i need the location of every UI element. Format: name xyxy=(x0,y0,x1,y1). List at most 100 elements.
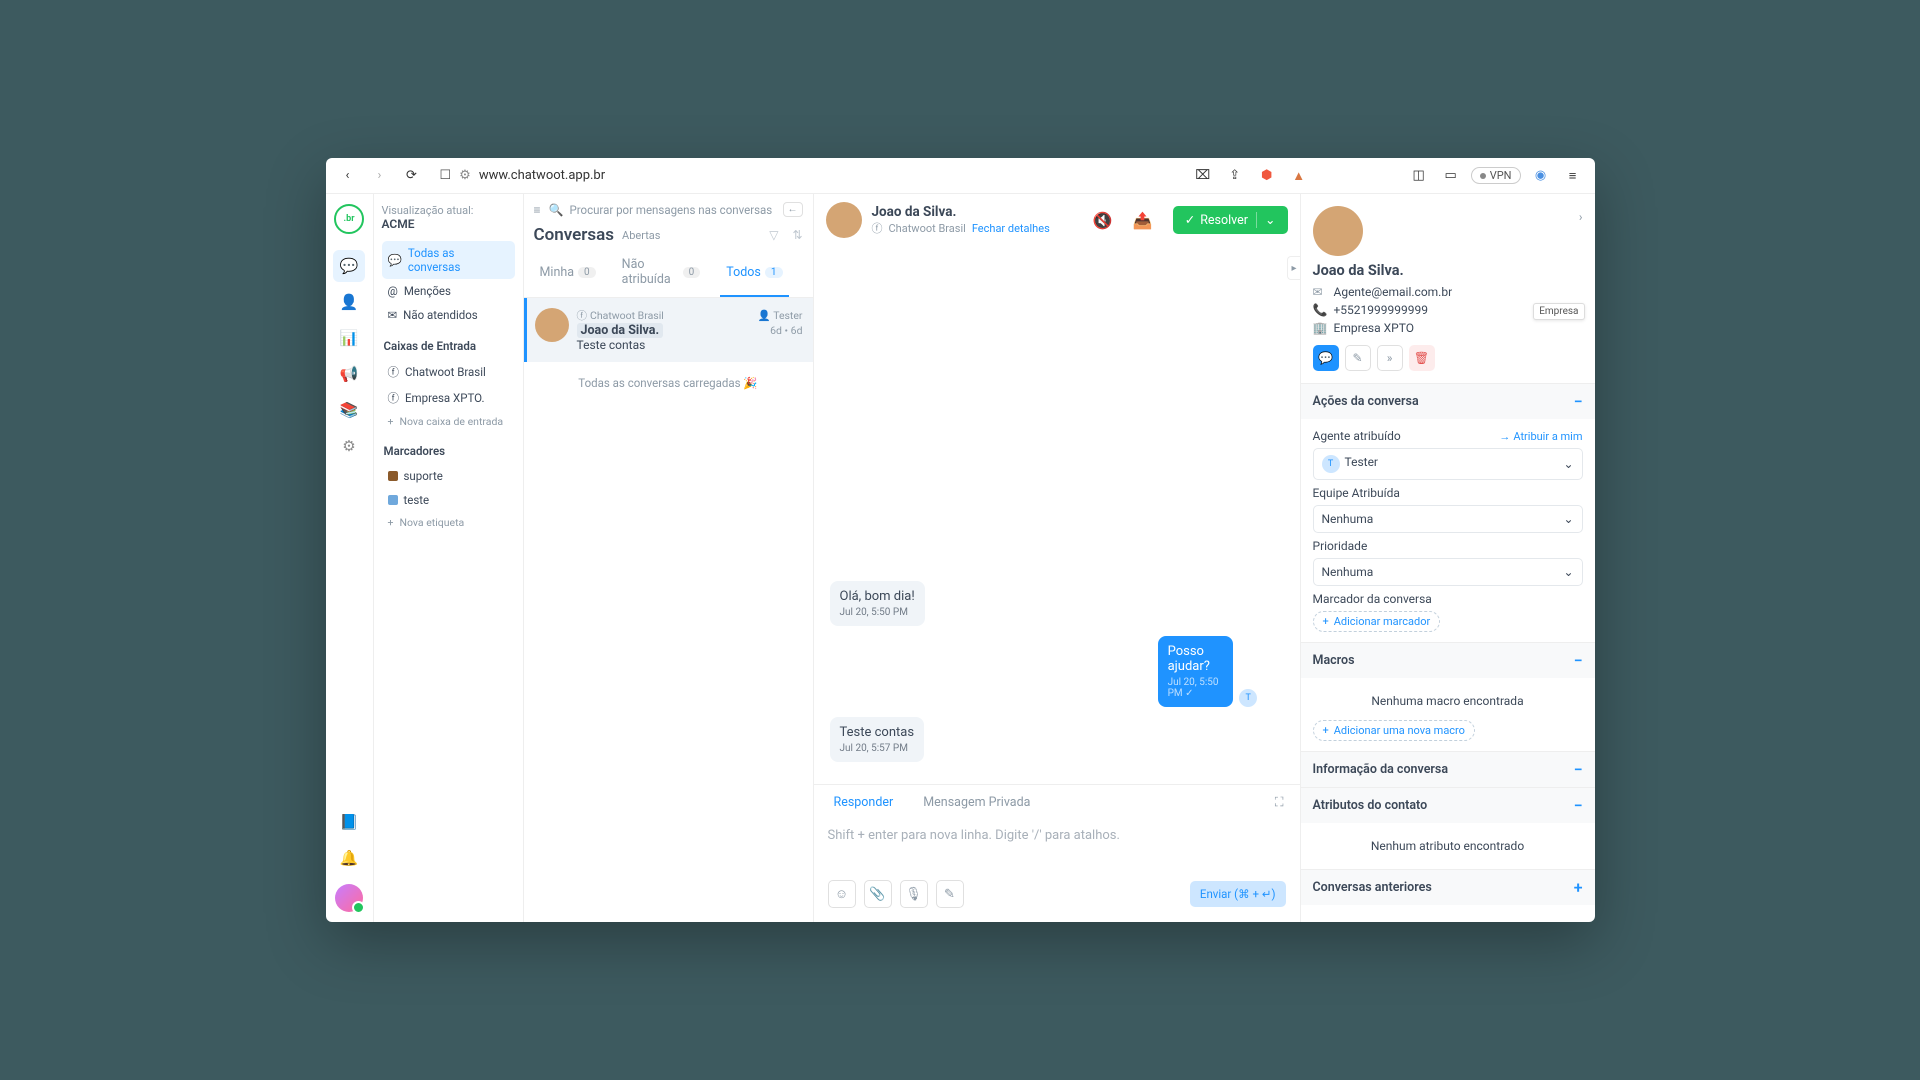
agent-avatar: T xyxy=(1239,689,1257,707)
merge-contact-button[interactable]: » xyxy=(1377,345,1403,371)
chat-icon: 💬 xyxy=(388,253,402,267)
section-macros[interactable]: Macros− xyxy=(1301,643,1595,678)
account-name[interactable]: ACME xyxy=(382,217,515,231)
audio-button[interactable]: 🎙 xyxy=(900,880,928,908)
tab-reply[interactable]: Responder xyxy=(826,785,902,820)
mute-icon[interactable]: 🔇 xyxy=(1093,211,1113,230)
tab-private-note[interactable]: Mensagem Privada xyxy=(915,785,1038,820)
sidebar-inbox-xpto[interactable]: ⓕEmpresa XPTO. xyxy=(382,385,515,411)
rail-reports-icon[interactable]: 📊 xyxy=(333,322,365,354)
sidebar-item-unattended[interactable]: ✉Não atendidos xyxy=(382,303,515,327)
bookmark-icon[interactable]: ☐ xyxy=(440,168,452,183)
chevron-down-icon[interactable]: ⌄ xyxy=(1256,212,1275,228)
app-rail: .br 💬 👤 📊 📢 📚 ⚙ 📘 🔔 xyxy=(326,194,374,922)
sidebar-label-teste[interactable]: teste xyxy=(382,488,515,512)
emoji-button[interactable]: ☺ xyxy=(828,880,856,908)
team-select[interactable]: Nenhuma⌄ xyxy=(1313,505,1583,533)
collapse-search-icon[interactable]: ← xyxy=(783,202,803,217)
rail-helpcenter-icon[interactable]: 📚 xyxy=(333,394,365,426)
rail-settings-icon[interactable]: ⚙ xyxy=(333,430,365,462)
section-conversation-info[interactable]: Informação da conversa− xyxy=(1301,752,1595,787)
agent-select[interactable]: TTester⌄ xyxy=(1313,448,1583,480)
sidebar-item-mentions[interactable]: @Menções xyxy=(382,279,515,303)
section-contact-attributes[interactable]: Atributos do contato− xyxy=(1301,788,1595,823)
contact-details-panel: › Joao da Silva. ✉Agente@email.com.br 📞+… xyxy=(1300,194,1595,922)
minus-icon: − xyxy=(1574,760,1583,779)
tab-mine[interactable]: Minha0 xyxy=(534,249,602,297)
minus-icon: − xyxy=(1574,651,1583,670)
rail-notifications-icon[interactable]: 🔔 xyxy=(333,842,365,874)
reply-input[interactable] xyxy=(828,828,1286,858)
add-macro-chip[interactable]: +Adicionar uma nova macro xyxy=(1313,720,1475,741)
expand-contact-icon[interactable]: › xyxy=(1579,210,1583,224)
rail-avatar[interactable] xyxy=(335,884,363,912)
rail-docs-icon[interactable]: 📘 xyxy=(333,806,365,838)
shield-icon[interactable]: ⬢ xyxy=(1255,164,1279,188)
vpn-button[interactable]: VPN xyxy=(1471,167,1521,184)
sidebar-item-all-conversations[interactable]: 💬Todas as conversas xyxy=(382,241,515,279)
app-logo[interactable]: .br xyxy=(334,204,364,234)
section-conversation-actions[interactable]: Ações da conversa− xyxy=(1301,384,1595,419)
plus-icon: + xyxy=(388,415,394,428)
team-label: Equipe Atribuída xyxy=(1313,486,1400,500)
section-previous-conversations[interactable]: Conversas anteriores+ xyxy=(1301,870,1595,905)
reload-button[interactable]: ⟳ xyxy=(400,164,424,188)
rail-campaigns-icon[interactable]: 📢 xyxy=(333,358,365,390)
avatar[interactable] xyxy=(826,202,862,238)
tab-all[interactable]: Todos1 xyxy=(720,249,788,297)
sidebar-new-inbox[interactable]: +Nova caixa de entrada xyxy=(382,411,515,432)
collapse-details-handle[interactable]: ▸ xyxy=(1287,256,1300,280)
filter-icon[interactable]: ▽ xyxy=(769,228,778,242)
sort-icon[interactable]: ⇅ xyxy=(792,228,802,242)
attach-button[interactable]: 📎 xyxy=(864,880,892,908)
nav-back-button[interactable]: ‹ xyxy=(336,164,360,188)
rail-contacts-icon[interactable]: 👤 xyxy=(333,286,365,318)
status-filter[interactable]: Abertas xyxy=(622,229,660,242)
conversation-snippet: Teste contas xyxy=(577,338,803,352)
wallet-icon[interactable]: ▭ xyxy=(1439,164,1463,188)
facebook-icon: ⓕ xyxy=(388,364,400,380)
conversation-search[interactable]: 🔍 Procurar por mensagens nas conversas xyxy=(549,203,775,217)
sidebar-inbox-chatwoot[interactable]: ⓕChatwoot Brasil xyxy=(382,359,515,385)
sidebar-new-label[interactable]: +Nova etiqueta xyxy=(382,512,515,533)
signature-button[interactable]: ✎ xyxy=(936,880,964,908)
sidebar-icon[interactable]: ◫ xyxy=(1407,164,1431,188)
message-timestamp: Jul 20, 5:57 PM xyxy=(840,743,915,754)
rail-conversations-icon[interactable]: 💬 xyxy=(333,250,365,282)
contact-company[interactable]: 🏢Empresa XPTO xyxy=(1313,321,1583,335)
url-text[interactable]: www.chatwoot.app.br xyxy=(479,168,605,183)
priority-select[interactable]: Nenhuma⌄ xyxy=(1313,558,1583,586)
avatar[interactable] xyxy=(1313,206,1363,256)
conversation-item[interactable]: ⓕChatwoot Brasil 👤 Tester Joao da Silva.… xyxy=(524,298,813,362)
globe-icon[interactable]: ◉ xyxy=(1529,164,1553,188)
facebook-icon: ⓕ xyxy=(872,220,883,236)
sidebar-header-inboxes: Caixas de Entrada xyxy=(384,339,515,353)
list-toggle-icon[interactable]: ≡ xyxy=(534,203,541,217)
assign-to-me-link[interactable]: → Atribuir a mim xyxy=(1499,430,1582,443)
message-outgoing: Posso ajudar? Jul 20, 5:50 PM ✓ xyxy=(1158,636,1234,707)
close-details-link[interactable]: Fechar detalhes xyxy=(972,222,1050,235)
send-transcript-icon[interactable]: 📤 xyxy=(1133,211,1153,230)
menu-icon[interactable]: ≡ xyxy=(1561,164,1585,188)
conv-label-label: Marcador da conversa xyxy=(1313,592,1432,606)
lock-icon: ⚙ xyxy=(459,168,471,183)
delete-contact-button[interactable]: 🗑 xyxy=(1409,345,1435,371)
resolve-button[interactable]: ✓Resolver⌄ xyxy=(1173,206,1288,234)
conversation-assignee: 👤 Tester xyxy=(758,309,803,322)
add-label-chip[interactable]: +Adicionar marcador xyxy=(1313,611,1441,632)
email-icon: ✉ xyxy=(1313,285,1327,299)
share-icon[interactable]: ⇪ xyxy=(1223,164,1247,188)
message-timestamp: Jul 20, 5:50 PM xyxy=(840,607,915,618)
edit-contact-button[interactable]: ✎ xyxy=(1345,345,1371,371)
brave-icon[interactable]: ▲ xyxy=(1287,164,1311,188)
sidebar-label-suporte[interactable]: suporte xyxy=(382,464,515,488)
expand-editor-icon[interactable]: ⛶ xyxy=(1271,795,1288,810)
send-button[interactable]: Enviar (⌘ + ↵) xyxy=(1190,881,1286,907)
conversation-list: ≡ 🔍 Procurar por mensagens nas conversas… xyxy=(524,194,814,922)
tab-unassigned[interactable]: Não atribuída0 xyxy=(616,249,707,297)
devices-icon[interactable]: ⌧ xyxy=(1191,164,1215,188)
new-conversation-button[interactable]: 💬 xyxy=(1313,345,1339,371)
nav-forward-button[interactable]: › xyxy=(368,164,392,188)
chat-contact-name[interactable]: Joao da Silva. xyxy=(872,204,1050,220)
contact-email[interactable]: ✉Agente@email.com.br xyxy=(1313,285,1583,299)
